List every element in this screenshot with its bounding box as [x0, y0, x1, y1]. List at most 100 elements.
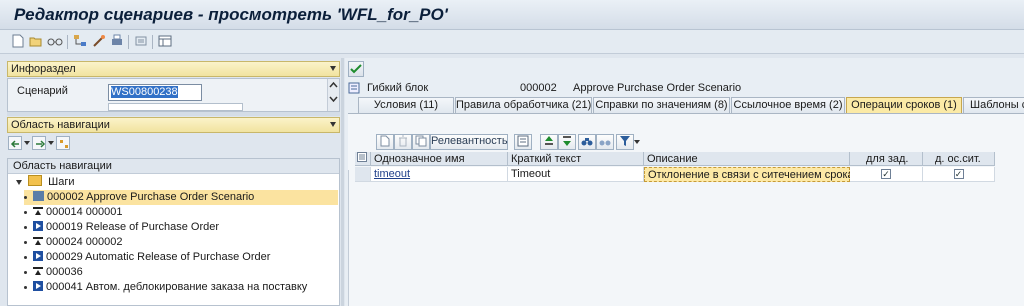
nav-section-label: Область навигации	[11, 119, 110, 131]
title-bar: Редактор сценариев - просмотреть 'WFL_fo…	[0, 0, 1024, 30]
activity-icon	[33, 221, 43, 231]
tab-label: Шаблоны со	[970, 99, 1024, 111]
column-header[interactable]: Однозначное имя	[371, 152, 508, 166]
bullet-icon	[24, 225, 27, 229]
scenario-icon	[33, 191, 44, 201]
tab-label: Справки по значениям (8)	[595, 99, 728, 111]
deadline-operations-table: Однозначное имя Краткий текст Описание д…	[355, 152, 995, 306]
dropdown-arrow-icon	[330, 122, 336, 127]
activity-icon	[33, 281, 43, 291]
tree-item[interactable]: 000029 Automatic Release of Purchase Ord…	[24, 250, 270, 265]
second-field[interactable]	[108, 103, 243, 111]
task-checkbox[interactable]: ✓	[850, 167, 923, 182]
back-arrow-icon[interactable]	[8, 136, 22, 150]
find-next-icon[interactable]	[596, 134, 614, 150]
table-cell-description[interactable]: Отклонение в связи с ситечением срока	[644, 167, 854, 182]
tab-reference-times[interactable]: Ссылочное время (2)	[731, 97, 845, 114]
folder-icon	[28, 175, 43, 186]
open-icon[interactable]	[28, 34, 44, 50]
tree-view-icon[interactable]	[56, 136, 70, 150]
tree-root-steps[interactable]: Шаги	[16, 175, 74, 190]
copy-icon[interactable]	[412, 134, 430, 150]
table-cell-short-text: Timeout	[508, 167, 644, 182]
wait-icon	[33, 266, 43, 276]
column-header[interactable]: д. ос.сит.	[923, 152, 995, 166]
info-section-header[interactable]: Инфораздел	[7, 61, 340, 77]
tab-label: Ссылочное время (2)	[733, 99, 843, 111]
tab-templates[interactable]: Шаблоны со	[963, 97, 1024, 114]
column-header[interactable]: для зад.	[850, 152, 923, 166]
bullet-icon	[24, 210, 27, 214]
details-icon[interactable]	[514, 134, 532, 150]
vertical-splitter[interactable]	[341, 58, 344, 306]
tree-item-label: 000014 000001	[46, 206, 123, 218]
splitter-handle[interactable]	[7, 112, 340, 116]
nav-section-header[interactable]: Область навигации	[7, 117, 340, 133]
column-header[interactable]: Описание	[644, 152, 850, 166]
chevron-down-icon[interactable]	[634, 140, 640, 144]
checkmark-icon: ✓	[953, 169, 964, 179]
scenario-value: WS00800238	[111, 86, 178, 98]
tree-root-label: Шаги	[48, 176, 75, 188]
block-name: Approve Purchase Order Scenario	[573, 82, 742, 94]
bullet-icon	[24, 255, 27, 259]
tab-value-helps[interactable]: Справки по значениям (8)	[593, 97, 730, 114]
block-type-label: Гибкий блок	[367, 82, 429, 94]
tab-conditions[interactable]: Условия (11)	[358, 97, 454, 114]
tree-item[interactable]: 000002 Approve Purchase Order Scenario	[24, 190, 338, 205]
scenario-field[interactable]: WS00800238	[108, 84, 202, 101]
hierarchy-icon[interactable]	[72, 34, 88, 50]
new-document-icon[interactable]	[10, 34, 26, 50]
print-icon[interactable]	[109, 34, 125, 50]
find-icon[interactable]	[133, 34, 149, 50]
table-cell-name[interactable]: timeout	[371, 167, 508, 182]
tree-item-label: 000002 Approve Purchase Order Scenario	[47, 191, 255, 203]
grid-left-border	[348, 170, 349, 306]
tree-item-label: 000041 Автом. деблокирование заказа на п…	[46, 281, 308, 293]
sort-descending-icon[interactable]	[558, 134, 576, 150]
checkmark-icon	[350, 64, 362, 74]
delete-icon[interactable]	[394, 134, 412, 150]
activity-icon	[33, 251, 43, 261]
tab-label: Условия (11)	[373, 99, 439, 111]
tree-item[interactable]: 000024 000002	[24, 235, 122, 250]
tree-item[interactable]: 000014 000001	[24, 205, 122, 220]
column-header[interactable]: Краткий текст	[508, 152, 644, 166]
application-toolbar	[0, 30, 1024, 54]
wait-icon	[33, 236, 43, 246]
bullet-icon	[24, 195, 27, 199]
block-type-icon	[348, 82, 360, 97]
chevron-down-icon[interactable]	[24, 141, 30, 145]
confirm-button[interactable]	[348, 61, 364, 77]
navigation-tree-panel: Область навигации Шаги 000002 Approve Pu…	[7, 158, 340, 306]
glasses-icon[interactable]	[47, 34, 63, 50]
bullet-icon	[24, 285, 27, 289]
tree-item[interactable]: 000041 Автом. деблокирование заказа на п…	[24, 280, 307, 295]
system-checkbox[interactable]: ✓	[923, 167, 995, 182]
tree-item[interactable]: 000019 Release of Purchase Order	[24, 220, 219, 235]
new-entry-icon[interactable]	[376, 134, 394, 150]
tree-item[interactable]: 000036	[24, 265, 83, 280]
select-all-icon[interactable]	[355, 152, 371, 166]
relevance-button[interactable]: Релевантность	[430, 134, 508, 150]
chevron-down-icon[interactable]	[48, 141, 54, 145]
magic-wand-icon[interactable]	[91, 34, 107, 50]
tree-item-label: 000024 000002	[46, 236, 123, 248]
layout-icon[interactable]	[157, 34, 173, 50]
filter-icon[interactable]	[616, 134, 634, 150]
forward-arrow-icon[interactable]	[32, 136, 46, 150]
bullet-icon	[24, 270, 27, 274]
wait-icon	[33, 206, 43, 216]
dropdown-arrow-icon	[330, 66, 336, 71]
sort-ascending-icon[interactable]	[540, 134, 558, 150]
scenario-label: Сценарий	[17, 85, 68, 97]
info-scrollbar[interactable]	[327, 79, 339, 111]
expand-icon[interactable]	[16, 179, 22, 185]
info-section-label: Инфораздел	[11, 63, 76, 75]
tab-handler-rules[interactable]: Правила обработчика (21)	[455, 97, 592, 114]
tab-deadline-operations[interactable]: Операции сроков (1)	[846, 97, 962, 114]
tab-label: Операции сроков (1)	[851, 99, 957, 111]
bullet-icon	[24, 240, 27, 244]
binoculars-icon[interactable]	[578, 134, 596, 150]
row-selector[interactable]	[355, 167, 371, 182]
